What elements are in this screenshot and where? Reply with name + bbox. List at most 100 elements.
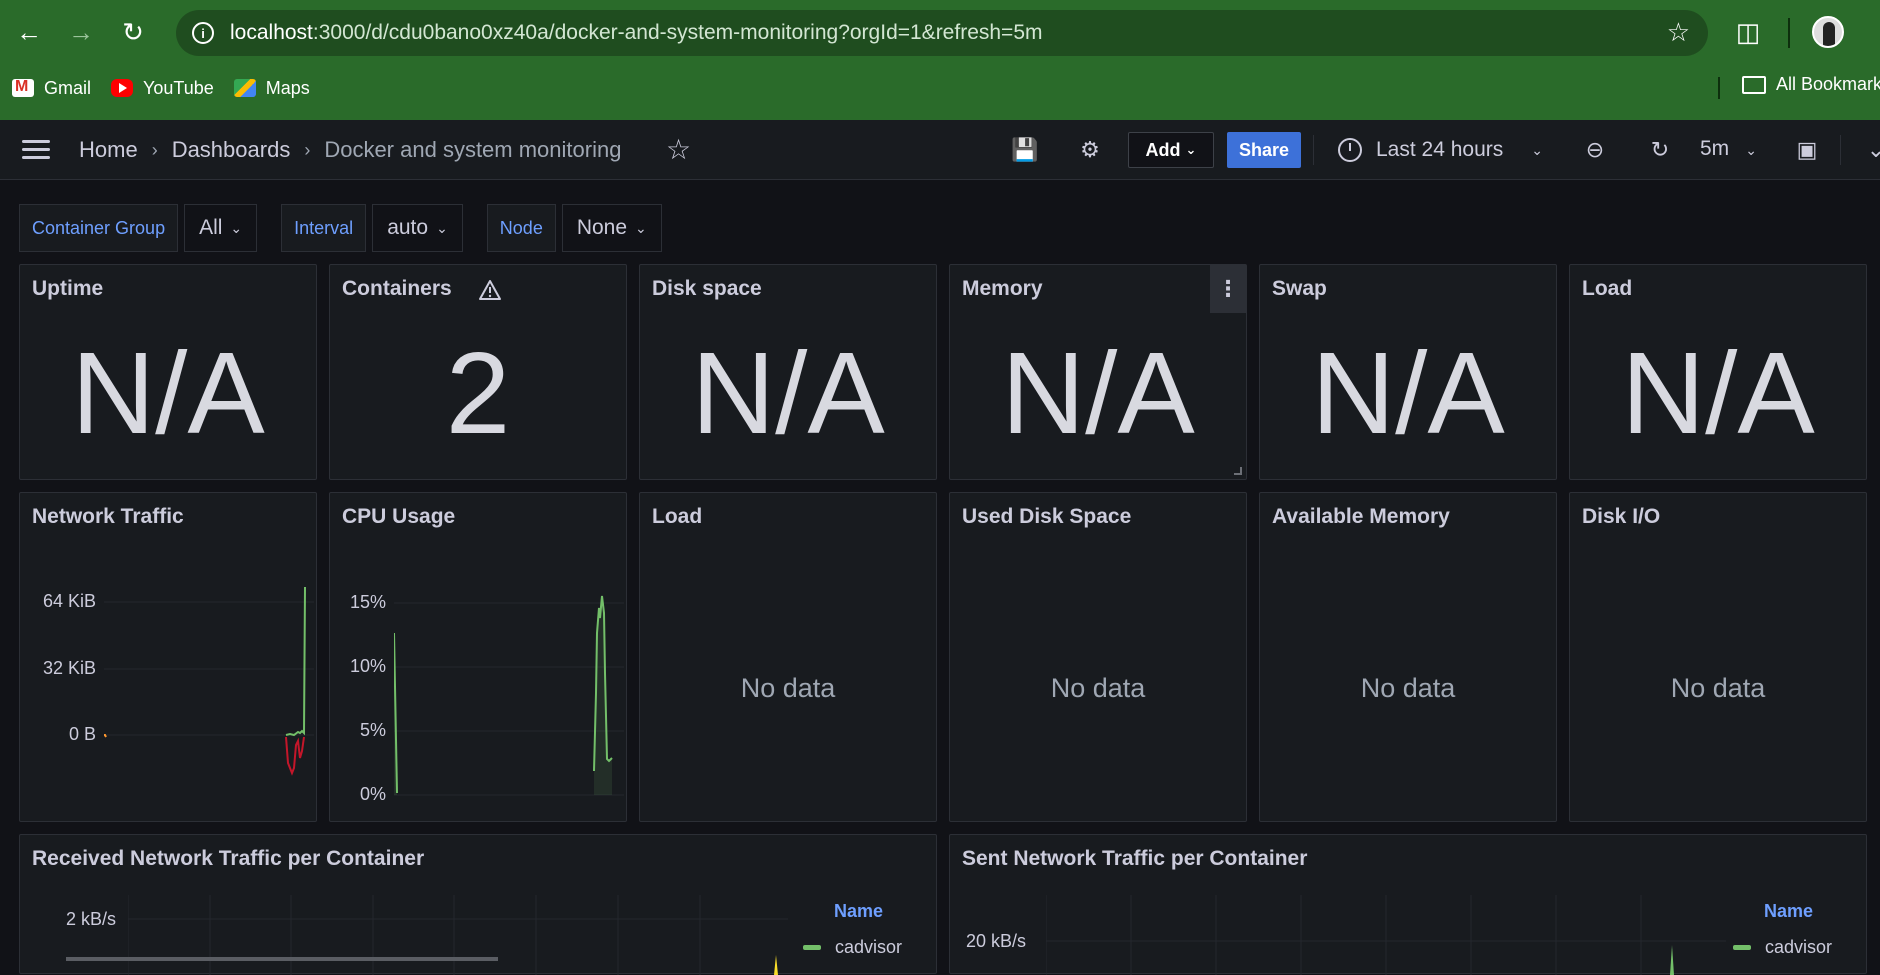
sent-series-spike [1670, 945, 1674, 975]
stat-value: 2 [445, 328, 511, 458]
panel-title: Disk I/O [1582, 505, 1661, 528]
share-button[interactable]: Share [1227, 132, 1301, 168]
received-series-line [285, 586, 306, 737]
bookmark-maps[interactable]: Maps [233, 78, 310, 99]
legend-swatch [1733, 945, 1751, 950]
all-bookmarks-button[interactable]: All Bookmarks [1742, 74, 1880, 95]
stat-value: N/A [1001, 328, 1195, 458]
panel-memory[interactable]: Memory ⋮ N/A [949, 264, 1247, 480]
breadcrumb-home[interactable]: Home [79, 137, 138, 163]
chevron-right-icon: › [151, 139, 158, 160]
resize-handle[interactable] [1234, 467, 1242, 475]
chevron-down-icon: ⌄ [1531, 141, 1543, 158]
settings-gear-icon[interactable]: ⚙ [1076, 136, 1104, 164]
breadcrumb: Home › Dashboards › Docker and system mo… [79, 137, 621, 163]
y-tick: 64 KiB [42, 591, 96, 611]
refresh-interval-picker[interactable]: 5m ⌄ [1700, 137, 1757, 161]
save-icon[interactable]: 💾 [1011, 136, 1039, 164]
y-tick: 0 B [68, 724, 96, 744]
legend-header[interactable]: Name [834, 901, 883, 922]
panel-title: Load [652, 505, 703, 528]
panel-title: CPU Usage [342, 505, 456, 528]
y-tick: 2 kB/s [65, 909, 116, 929]
horizontal-scrollbar[interactable] [66, 957, 498, 961]
bookmark-gmail[interactable]: Gmail [12, 78, 91, 99]
panel-received-network-traffic-per-container[interactable]: Received Network Traffic per Container 2… [19, 834, 937, 975]
bookmark-star-icon[interactable]: ☆ [1667, 17, 1690, 48]
menu-icon[interactable] [22, 140, 50, 160]
panel-swap[interactable]: Swap N/A [1259, 264, 1557, 480]
refresh-icon[interactable]: ↻ [1646, 136, 1674, 164]
site-info-icon[interactable]: i [192, 22, 214, 44]
chevron-down-icon: ⌄ [230, 219, 243, 236]
bookmarks-bar: Gmail YouTube Maps [0, 72, 1880, 104]
time-range-picker[interactable]: Last 24 hours ⌄ [1338, 132, 1543, 168]
breadcrumb-dashboards[interactable]: Dashboards [172, 137, 291, 163]
browser-chrome: ← → ↻ i localhost:3000/d/cdu0bano0xz40a/… [0, 0, 1880, 120]
panel-title: Disk space [652, 277, 762, 300]
chevron-down-icon: ⌄ [436, 219, 448, 236]
zoom-out-icon[interactable]: ⊖ [1581, 136, 1609, 164]
panel-title: Uptime [32, 277, 104, 300]
maps-icon [233, 79, 256, 97]
reload-icon[interactable]: ↻ [110, 10, 156, 56]
panel-title: Containers [342, 277, 452, 300]
received-series-line [104, 734, 107, 738]
back-icon[interactable]: ← [6, 10, 52, 56]
collapse-chevron-icon[interactable]: ⌄ [1862, 136, 1880, 164]
panel-load-stat[interactable]: Load N/A [1569, 264, 1867, 480]
sent-series-line [285, 736, 305, 776]
address-bar[interactable]: i localhost:3000/d/cdu0bano0xz40a/docker… [176, 10, 1708, 56]
y-tick: 20 kB/s [965, 931, 1026, 951]
extensions-icon[interactable]: ◫ [1730, 14, 1766, 50]
panel-disk-io[interactable]: Disk I/O No data [1569, 492, 1867, 822]
no-data-text: No data [1360, 673, 1456, 703]
bookmark-youtube[interactable]: YouTube [111, 78, 214, 99]
network-traffic-graph [104, 586, 314, 776]
tv-mode-icon[interactable]: ▣ [1793, 136, 1821, 164]
panel-menu-icon[interactable]: ⋮ [1210, 265, 1246, 313]
y-tick: 32 KiB [42, 658, 96, 678]
panel-network-traffic[interactable]: Network Traffic 64 KiB 32 KiB 0 B [19, 492, 317, 822]
variable-select-container-group[interactable]: All ⌄ [184, 204, 258, 252]
variable-label-interval: Interval [281, 204, 367, 252]
gmail-icon [12, 78, 34, 97]
legend-item[interactable]: cadvisor [803, 937, 902, 958]
chevron-down-icon: ⌄ [635, 219, 647, 236]
panel-used-disk-space[interactable]: Used Disk Space No data [949, 492, 1247, 822]
panel-title: Network Traffic [32, 505, 184, 528]
url-text[interactable]: localhost:3000/d/cdu0bano0xz40a/docker-a… [230, 21, 1043, 45]
panel-cpu-usage[interactable]: CPU Usage 15% 10% 5% 0% [329, 492, 627, 822]
panel-available-memory[interactable]: Available Memory No data [1259, 492, 1557, 822]
grafana-top-nav: Home › Dashboards › Docker and system mo… [0, 120, 1880, 180]
variable-label-container-group: Container Group [19, 204, 179, 252]
chevron-right-icon: › [304, 139, 311, 160]
panel-disk-space[interactable]: Disk space N/A [639, 264, 937, 480]
panel-title: Received Network Traffic per Container [32, 847, 425, 870]
panel-title: Sent Network Traffic per Container [962, 847, 1308, 870]
panel-uptime[interactable]: Uptime N/A [19, 264, 317, 480]
sent-traffic-graph [1046, 895, 1726, 975]
y-tick: 5% [359, 720, 386, 740]
panel-title: Available Memory [1272, 505, 1450, 528]
legend-item[interactable]: cadvisor [1733, 937, 1832, 958]
forward-icon[interactable]: → [58, 10, 104, 56]
dashboard-variables: Container Group All ⌄ Interval auto ⌄ Node… [19, 204, 686, 252]
variable-label-node: Node [486, 204, 556, 252]
favorite-star-icon[interactable]: ☆ [666, 133, 691, 166]
received-traffic-graph [128, 895, 788, 975]
warning-icon[interactable] [478, 279, 502, 301]
stat-value: N/A [71, 328, 265, 458]
panel-sent-network-traffic-per-container[interactable]: Sent Network Traffic per Container 20 kB… [949, 834, 1867, 975]
panel-load-graph[interactable]: Load No data [639, 492, 937, 822]
clock-icon [1338, 138, 1362, 162]
variable-select-interval[interactable]: auto ⌄ [372, 204, 463, 252]
variable-select-node[interactable]: None ⌄ [561, 204, 662, 252]
panel-containers[interactable]: Containers 2 [329, 264, 627, 480]
add-button[interactable]: Add ⌄ [1128, 132, 1214, 168]
profile-avatar[interactable] [1812, 16, 1844, 48]
panel-title: Load [1582, 277, 1633, 300]
folder-icon [1742, 75, 1766, 94]
bookmarks-divider [1718, 77, 1720, 99]
legend-header[interactable]: Name [1764, 901, 1813, 922]
